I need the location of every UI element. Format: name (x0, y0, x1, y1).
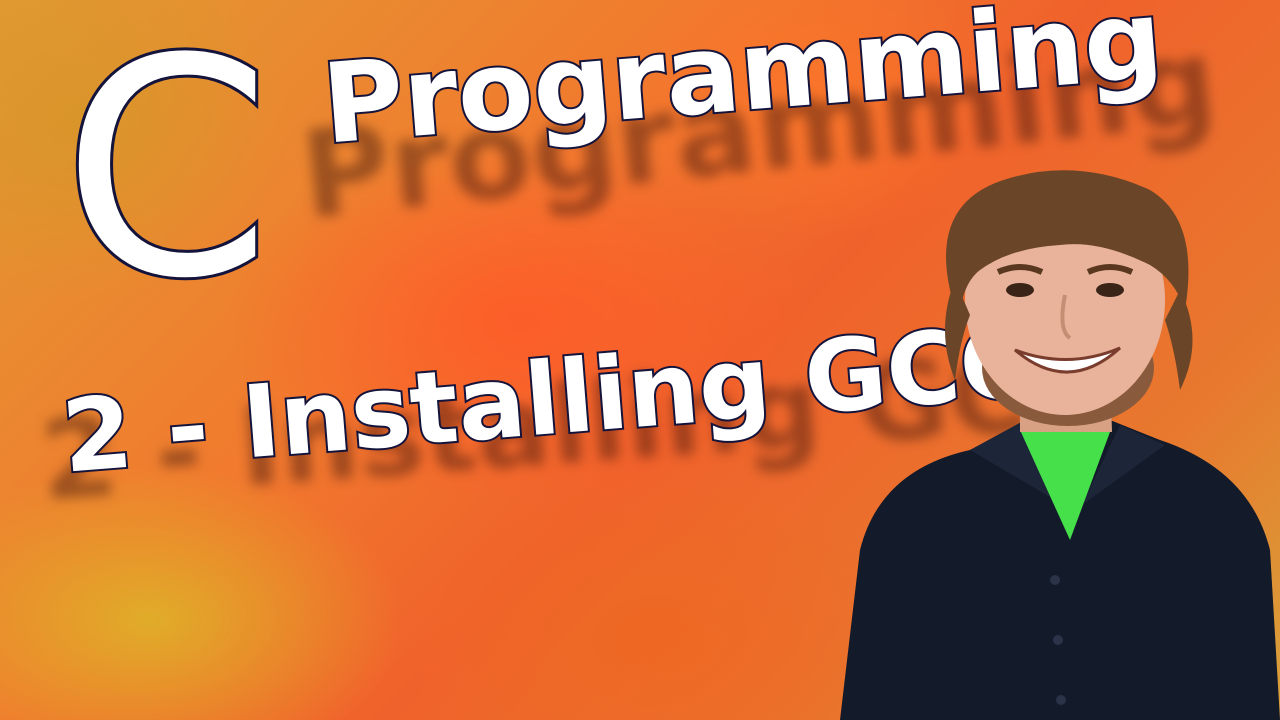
video-thumbnail: Programming 2 - Installing GCC C Program… (0, 0, 1280, 720)
title-letter: C (59, 0, 274, 344)
presenter-photo (840, 170, 1280, 720)
